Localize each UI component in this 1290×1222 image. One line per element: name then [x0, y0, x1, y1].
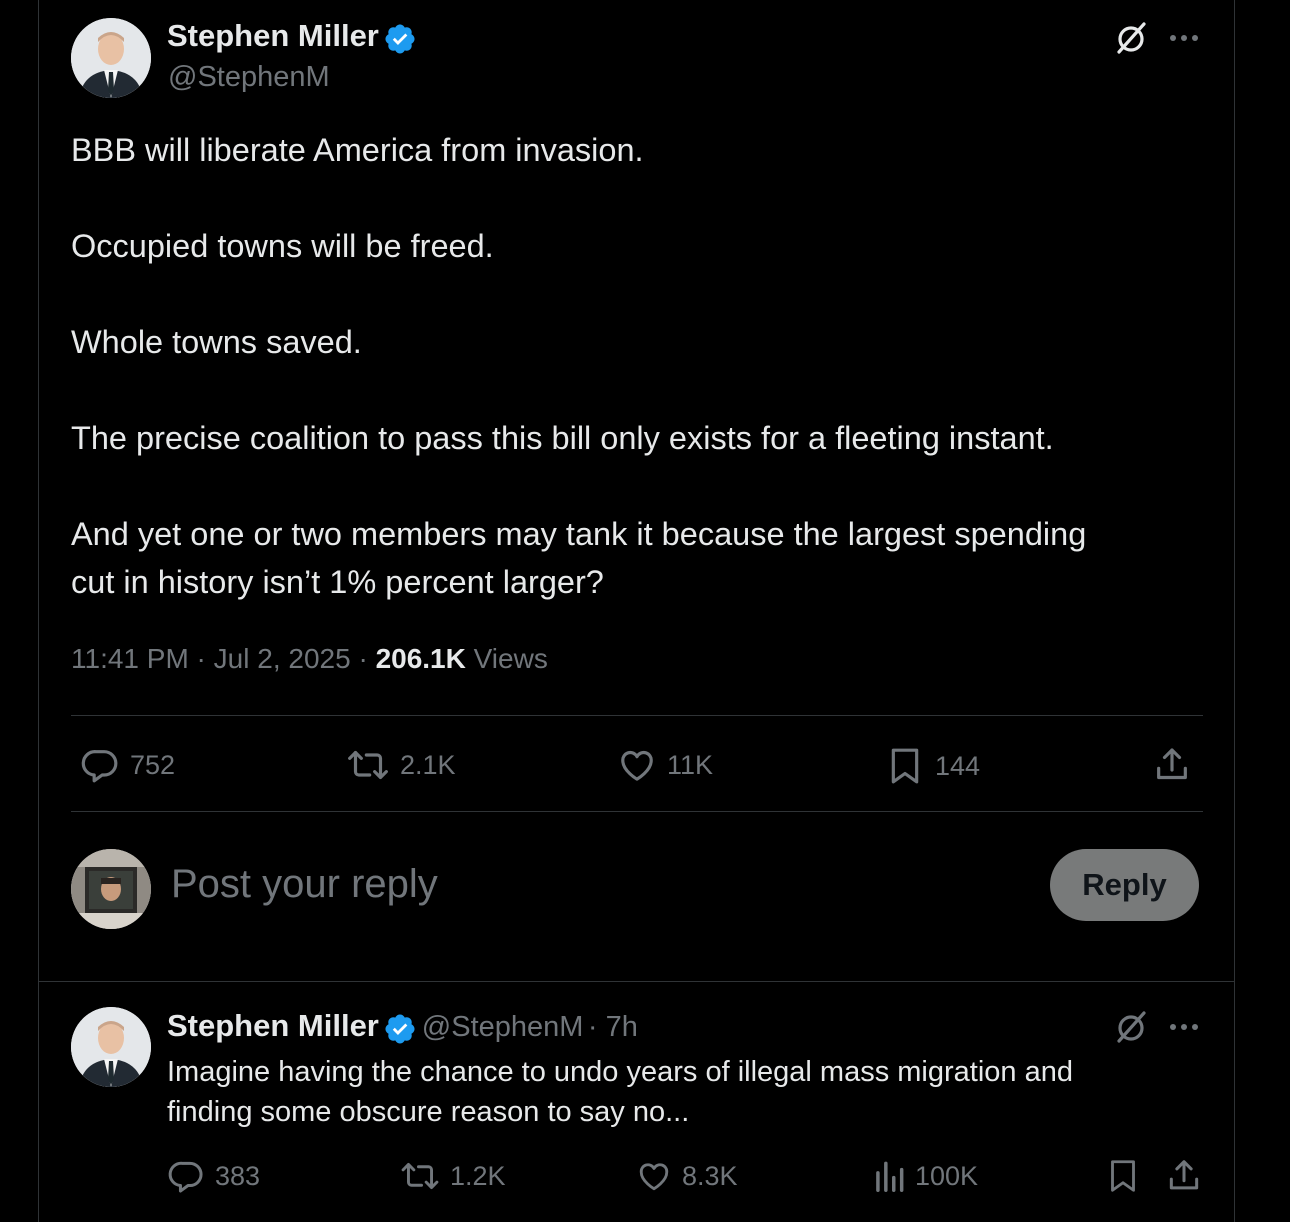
reply-post-age[interactable]: · 7h	[588, 1011, 638, 1043]
post-text-line-5: And yet one or two members may tank it b…	[71, 516, 1087, 600]
reply-author-avatar[interactable]	[71, 1007, 151, 1087]
like-action[interactable]: 11K	[617, 745, 713, 785]
reply-button[interactable]: Reply	[1050, 849, 1199, 921]
post-text-line-2: Occupied towns will be freed.	[71, 228, 494, 264]
author-name[interactable]: Stephen Miller	[167, 18, 379, 53]
reply-count: 752	[130, 749, 176, 780]
like-icon	[621, 750, 653, 781]
reply-action[interactable]: 752	[80, 745, 175, 785]
post-time[interactable]: 11:41 PM	[71, 643, 189, 674]
user-avatar[interactable]	[71, 849, 151, 929]
post-text-line-4: The precise coalition to pass this bill …	[71, 420, 1054, 456]
repost-icon	[348, 750, 388, 780]
divider	[38, 981, 1235, 982]
verified-badge-icon	[383, 1012, 417, 1051]
more-icon[interactable]	[1168, 26, 1200, 55]
post-meta: 11:41 PM · Jul 2, 2025 · 206.1K Views	[71, 643, 548, 674]
bookmark-count: 144	[935, 750, 981, 781]
verified-badge-icon	[383, 22, 417, 61]
grok-icon[interactable]	[1113, 20, 1149, 61]
repost-action[interactable]: 1.2K	[400, 1157, 506, 1195]
reply-icon	[168, 1161, 203, 1193]
reply-author-name[interactable]: Stephen Miller	[167, 1008, 379, 1043]
post-text-line-1: BBB will liberate America from invasion.	[71, 132, 644, 168]
like-icon	[639, 1163, 669, 1191]
repost-count: 2.1K	[400, 749, 456, 780]
views-count: 206.1K	[375, 643, 466, 674]
like-count: 8.3K	[682, 1160, 738, 1191]
reply-count: 383	[215, 1160, 261, 1191]
post-date[interactable]: Jul 2, 2025	[214, 643, 351, 674]
divider	[71, 811, 1203, 812]
reply-input[interactable]: Post your reply	[171, 862, 438, 907]
reply-icon	[81, 750, 118, 783]
author-avatar[interactable]	[71, 18, 151, 98]
share-icon[interactable]	[1165, 1157, 1203, 1200]
reply-author-handle[interactable]: @StephenM	[422, 1011, 584, 1043]
more-icon[interactable]	[1168, 1015, 1200, 1044]
repost-count: 1.2K	[450, 1160, 506, 1191]
bookmark-icon	[891, 748, 919, 784]
repost-icon	[401, 1162, 439, 1189]
reply-post-text: Imagine having the chance to undo years …	[167, 1056, 1073, 1128]
views-label: Views	[473, 643, 548, 674]
repost-action[interactable]: 2.1K	[346, 745, 456, 785]
views-count: 100K	[915, 1160, 979, 1191]
like-count: 11K	[667, 749, 714, 780]
bookmark-icon[interactable]	[1105, 1157, 1141, 1200]
views-action[interactable]: 100K	[873, 1157, 978, 1195]
bookmark-action[interactable]: 144	[885, 745, 980, 787]
share-icon[interactable]	[1152, 745, 1192, 790]
views-icon	[876, 1161, 904, 1192]
reply-action[interactable]: 383	[167, 1157, 260, 1195]
author-handle[interactable]: @StephenM	[168, 61, 330, 94]
post-text-line-3: Whole towns saved.	[71, 324, 362, 360]
divider	[71, 715, 1203, 716]
like-action[interactable]: 8.3K	[636, 1157, 738, 1195]
grok-icon[interactable]	[1113, 1009, 1149, 1050]
